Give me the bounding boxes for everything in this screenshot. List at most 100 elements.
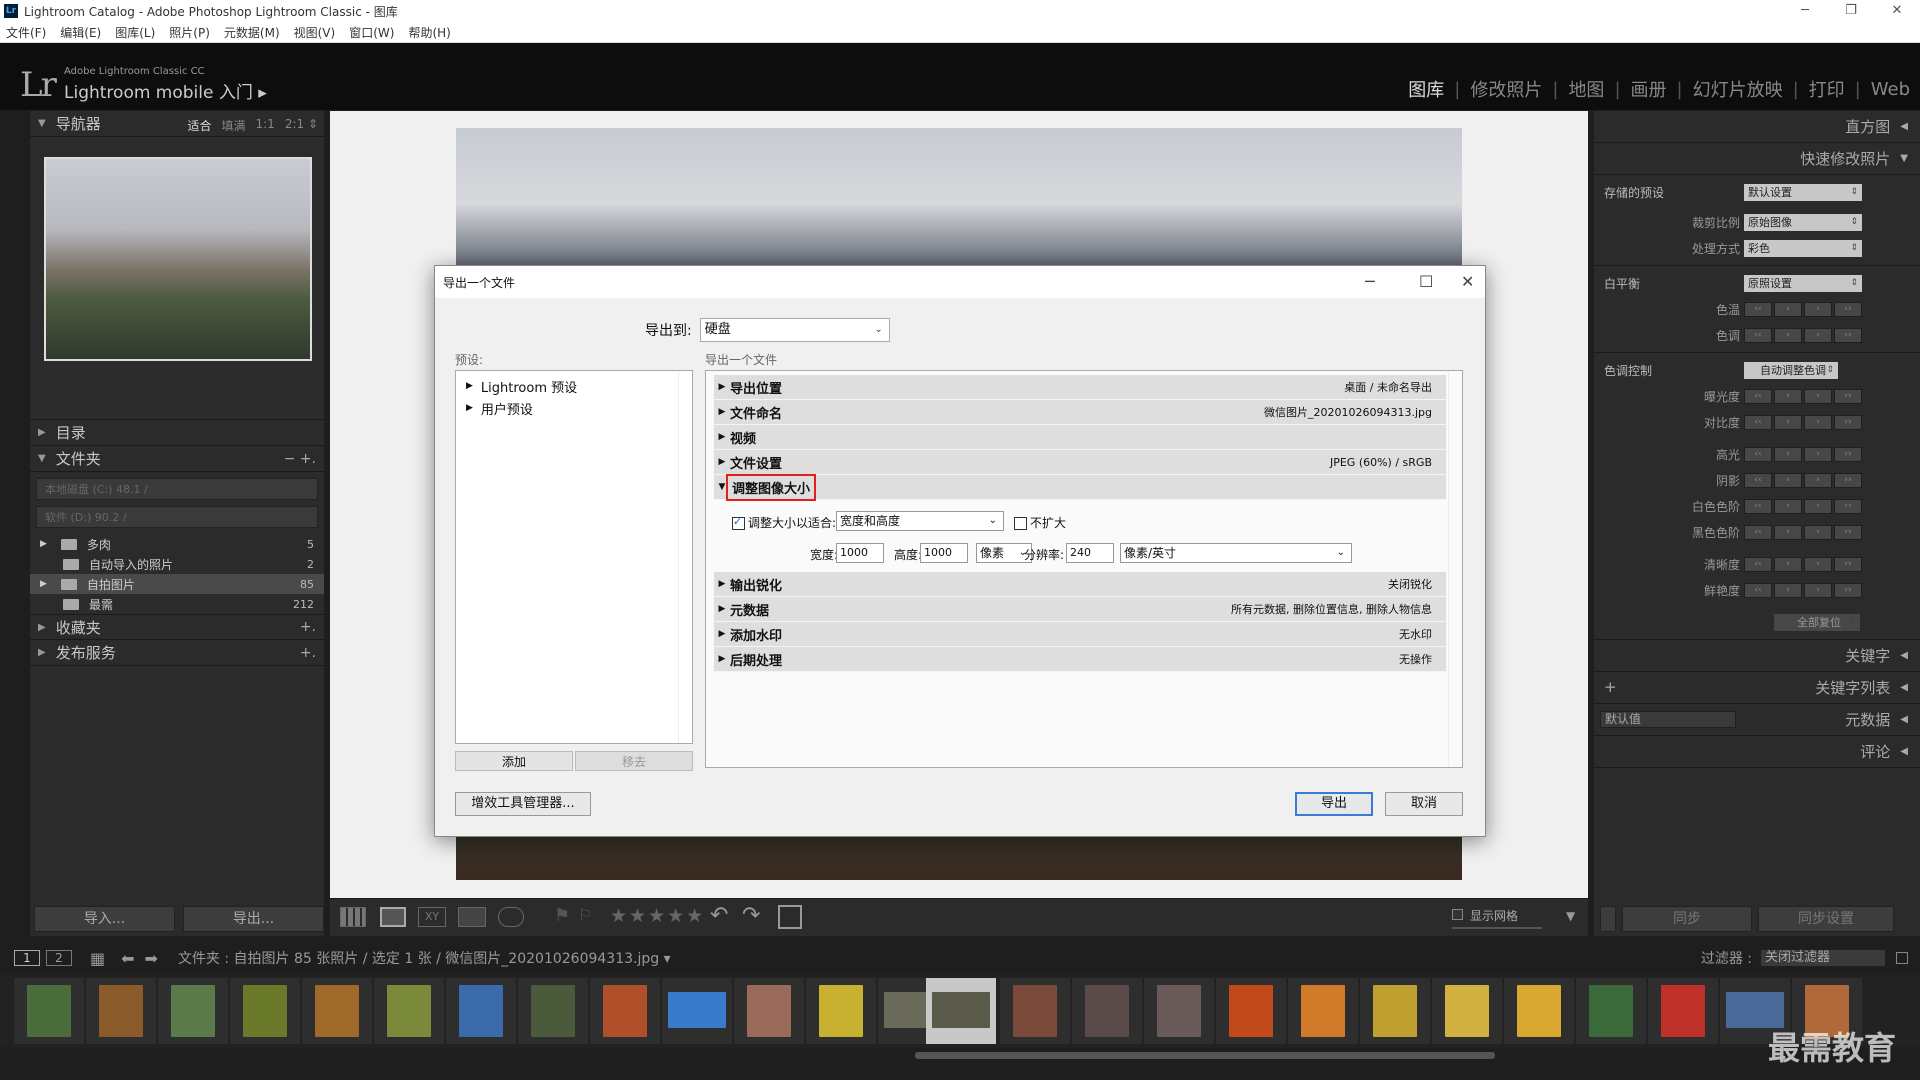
section-video[interactable]: ▶ 视频 (714, 425, 1446, 450)
filmstrip-thumb[interactable] (14, 978, 84, 1044)
filmstrip-thumb[interactable] (1576, 978, 1646, 1044)
filmstrip-thumb[interactable] (446, 978, 516, 1044)
contrast-adjust-buttons[interactable]: ‹‹ ‹ › ›› (1744, 414, 1862, 430)
export-to-select[interactable]: 硬盘 ⌄ (699, 318, 890, 342)
folder-row[interactable]: 自动导入的照片 2 (30, 554, 324, 574)
highlights-adjust-buttons[interactable]: ‹‹ ‹ › ›› (1744, 446, 1862, 462)
toolbar-menu-chevron-icon[interactable]: ▼ (1566, 909, 1575, 923)
white-balance-select[interactable]: 原照设置 (1744, 274, 1862, 292)
height-input[interactable]: 1000 (920, 543, 968, 563)
survey-view-icon[interactable] (458, 907, 486, 927)
dialog-cancel-button[interactable]: 取消 (1385, 792, 1463, 816)
rotate-left-icon[interactable]: ↶ (710, 903, 728, 928)
grid-view-icon[interactable] (340, 907, 366, 927)
volume-c[interactable]: 本地磁盘 (C:) 48.1 / (36, 478, 318, 500)
plugin-manager-button[interactable]: 增效工具管理器... (455, 792, 591, 816)
plus-icon[interactable]: +. (300, 645, 316, 661)
reject-flag-icon[interactable]: ⚐ (578, 905, 592, 924)
resize-mode-select[interactable]: 宽度和高度 ⌄ (836, 511, 1004, 531)
whites-adjust-buttons[interactable]: ‹‹ ‹ › ›› (1744, 498, 1862, 514)
rotate-right-icon[interactable]: ↷ (742, 903, 760, 928)
minimize-button[interactable]: ─ (1782, 0, 1828, 22)
show-grid-checkbox[interactable] (1452, 909, 1463, 920)
settings-scrollbar[interactable] (1448, 371, 1462, 767)
dialog-maximize-icon[interactable]: ☐ (1419, 272, 1433, 291)
reset-all-button[interactable]: 全部复位 (1774, 613, 1860, 631)
export-button[interactable]: 导出... (183, 906, 324, 932)
resolution-input[interactable]: 240 (1066, 543, 1114, 563)
menu-window[interactable]: 窗口(W) (349, 24, 394, 41)
module-map[interactable]: 地图 (1568, 76, 1604, 102)
identity-mobile-link[interactable]: Lightroom mobile 入门 ▸ (64, 78, 267, 103)
blacks-adjust-buttons[interactable]: ‹‹ ‹ › ›› (1744, 524, 1862, 540)
filter-lock-icon[interactable] (1896, 952, 1908, 964)
resize-to-fit-checkbox[interactable] (732, 515, 745, 530)
filmstrip-thumb[interactable] (1288, 978, 1358, 1044)
filmstrip-thumb[interactable] (806, 978, 876, 1044)
section-export-location[interactable]: ▶ 导出位置 桌面 / 未命名导出 (714, 375, 1446, 400)
catalog-header[interactable]: ▶ 目录 (30, 420, 324, 446)
filmstrip-thumb[interactable] (374, 978, 444, 1044)
flag-icon[interactable]: ⚑ (554, 905, 570, 926)
exposure-adjust-buttons[interactable]: ‹‹ ‹ › ›› (1744, 388, 1862, 404)
filmstrip-thumb[interactable] (662, 978, 732, 1044)
saved-preset-select[interactable]: 默认设置 (1744, 183, 1862, 201)
filmstrip-thumb[interactable] (158, 978, 228, 1044)
grid-size-slider[interactable] (1452, 927, 1542, 929)
filmstrip-thumb[interactable] (590, 978, 660, 1044)
compare-view-icon[interactable]: XY (418, 907, 446, 927)
menu-help[interactable]: 帮助(H) (408, 24, 450, 41)
section-image-sizing[interactable]: ▼ 调整图像大小 (714, 473, 1446, 501)
histogram-header[interactable]: 直方图 ◀ (1594, 111, 1920, 143)
section-file-settings[interactable]: ▶ 文件设置 JPEG (60%) / sRGB (714, 450, 1446, 475)
folder-row[interactable]: 最需 212 (30, 594, 324, 614)
clarity-adjust-buttons[interactable]: ‹‹ ‹ › ›› (1744, 556, 1862, 572)
close-window-button[interactable]: ✕ (1874, 0, 1920, 22)
folder-row[interactable]: ▶ 多肉 5 (30, 534, 324, 554)
filmstrip-scrollbar[interactable] (915, 1052, 1495, 1059)
keywording-header[interactable]: 关键字 ◀ (1594, 640, 1920, 672)
second-window-button[interactable]: 2 (46, 950, 72, 966)
resolution-unit-select[interactable]: 像素/英寸 ⌄ (1120, 543, 1352, 563)
zoom-fill[interactable]: 填满 (221, 117, 245, 134)
zoom-2to1[interactable]: 2:1 ⇕ (285, 117, 318, 134)
module-print[interactable]: 打印 (1809, 76, 1845, 102)
folder-row-selected[interactable]: ▶ 自拍图片 85 (30, 574, 324, 594)
grid-icon[interactable]: ▦ (90, 949, 105, 968)
tint-adjust-buttons[interactable]: ‹‹ ‹ › ›› (1744, 327, 1862, 343)
section-post-processing[interactable]: ▶ 后期处理 无操作 (714, 647, 1446, 672)
dialog-minimize-icon[interactable]: ─ (1365, 272, 1375, 291)
section-watermarking[interactable]: ▶ 添加水印 无水印 (714, 622, 1446, 647)
plus-icon[interactable]: +. (300, 619, 316, 635)
menu-library[interactable]: 图库(L) (115, 24, 155, 41)
import-button[interactable]: 导入... (34, 906, 175, 932)
filmstrip-thumb[interactable] (1648, 978, 1718, 1044)
filmstrip-thumb[interactable] (1360, 978, 1430, 1044)
module-library[interactable]: 图库 (1408, 76, 1444, 102)
quick-develop-header[interactable]: 快速修改照片 ▼ (1594, 143, 1920, 175)
metadata-header[interactable]: 默认值 元数据 ◀ (1594, 704, 1920, 736)
section-output-sharpening[interactable]: ▶ 输出锐化 关闭锐化 (714, 572, 1446, 597)
menu-file[interactable]: 文件(F) (6, 24, 46, 41)
menu-metadata[interactable]: 元数据(M) (224, 24, 280, 41)
folders-add-remove[interactable]: − +. (284, 451, 316, 467)
zoom-1to1[interactable]: 1:1 (256, 117, 275, 134)
menu-photo[interactable]: 照片(P) (169, 24, 210, 41)
crop-overlay-icon[interactable] (778, 905, 802, 929)
preset-folder-lightroom[interactable]: ▶ Lightroom 预设 (456, 375, 692, 397)
rating-stars-icon[interactable]: ★★★★★ (610, 905, 705, 927)
sync-toggle[interactable] (1600, 906, 1616, 932)
remove-preset-button[interactable]: 移去 (575, 751, 693, 771)
filmstrip-thumb[interactable] (1072, 978, 1142, 1044)
menu-view[interactable]: 视图(V) (294, 24, 336, 41)
filmstrip-thumb[interactable] (518, 978, 588, 1044)
module-develop[interactable]: 修改照片 (1470, 76, 1542, 102)
filter-select[interactable]: 关闭过滤器 (1760, 949, 1886, 967)
width-input[interactable]: 1000 (836, 543, 884, 563)
auto-tone-button[interactable]: 自动调整色调 (1744, 361, 1838, 379)
publish-services-header[interactable]: ▶ 发布服务 +. (30, 640, 324, 666)
restore-button[interactable]: ❐ (1828, 0, 1874, 22)
zoom-fit[interactable]: 适合 (187, 117, 211, 134)
filmstrip-thumb[interactable] (1432, 978, 1502, 1044)
section-file-naming[interactable]: ▶ 文件命名 微信图片_20201026094313.jpg (714, 400, 1446, 425)
